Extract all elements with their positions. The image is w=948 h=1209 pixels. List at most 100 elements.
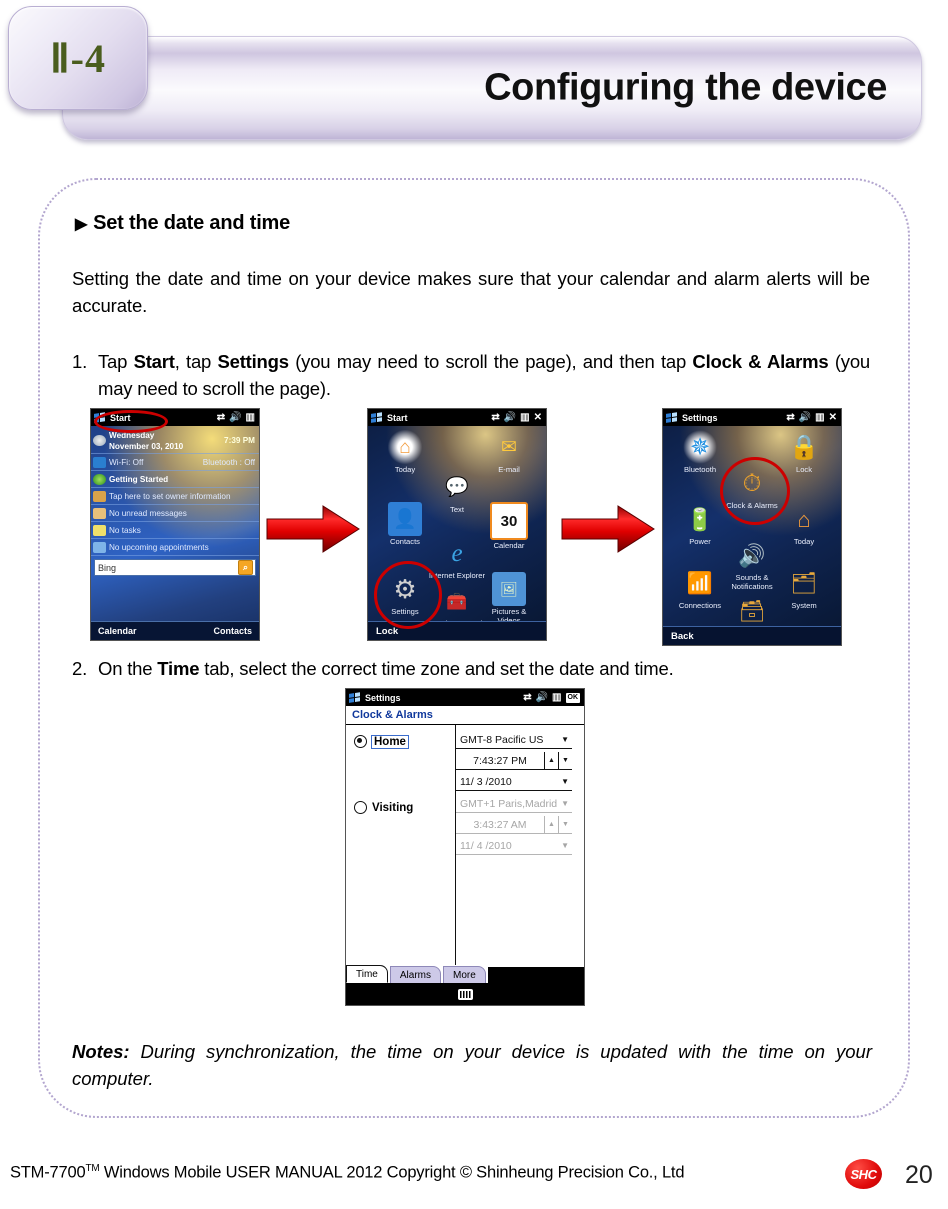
home-time-field[interactable]: 7:43:27 PM ▲ ▼	[456, 752, 572, 770]
internet-explorer-icon: e	[451, 539, 463, 567]
tab-alarms[interactable]: Alarms	[389, 966, 441, 983]
intro-paragraph: Setting the date and time on your device…	[72, 268, 870, 316]
settings-tile-bluetooth[interactable]: ✵ Bluetooth	[671, 430, 729, 474]
visiting-label: Visiting	[372, 801, 414, 814]
home-timezone-select[interactable]: GMT-8 Pacific US ▼	[456, 731, 572, 749]
today-row-date[interactable]: Wednesday November 03, 2010 7:39 PM	[91, 428, 259, 454]
start-tile-text-label: Text	[450, 505, 464, 514]
home-icon: ⌂	[388, 430, 422, 464]
settings-tile-clock-alarms[interactable]: ⏱ Clock & Alarms	[723, 466, 781, 510]
visiting-date-field[interactable]: 11/ 4 /2010 ▼	[456, 837, 572, 855]
softkey-back[interactable]: Back	[671, 631, 694, 642]
start-tile-settings[interactable]: ⚙ Settings	[376, 572, 434, 617]
step-1-number: 1.	[72, 351, 88, 372]
visiting-time-field[interactable]: 3:43:27 AM ▲ ▼	[456, 816, 572, 834]
softkey-calendar[interactable]: Calendar	[98, 626, 137, 636]
tab-bar-filler	[487, 967, 584, 983]
step-1-text: Tap Start, tap Settings (you may need to…	[98, 351, 871, 399]
tab-more[interactable]: More	[442, 966, 486, 983]
softkey-lock[interactable]: Lock	[376, 626, 398, 637]
shc-logo-label: SHC	[850, 1166, 877, 1182]
step-2: 2. On the Time tab, select the correct t…	[72, 655, 870, 682]
today-bluetooth-label: Bluetooth : Off	[202, 457, 255, 467]
connectivity-icon: ⇄	[786, 412, 795, 423]
connectivity-icon: ⇄	[491, 412, 500, 423]
search-input-value: Bing	[98, 562, 117, 573]
visiting-time-spinner[interactable]: ▲ ▼	[544, 816, 572, 833]
calendar-icon: 30	[490, 502, 528, 540]
page-footer: STM-7700TM Windows Mobile USER MANUAL 20…	[0, 1149, 948, 1209]
start-tile-calendar[interactable]: 30 Calendar	[480, 502, 538, 550]
home-radio-row[interactable]: Home	[354, 734, 409, 749]
connectivity-icon: ⇄	[216, 412, 226, 423]
chapter-badge: Ⅱ-4	[8, 6, 148, 110]
settings-status-icons: ⇄ 🔊 ▥ ✕	[786, 412, 841, 423]
today-softkey-bar: Calendar Contacts	[91, 621, 259, 640]
chapter-badge-label: Ⅱ-4	[49, 35, 106, 81]
settings-tile-bluetooth-label: Bluetooth	[683, 465, 717, 474]
spinner-up-icon[interactable]: ▲	[545, 816, 558, 833]
start-tile-email[interactable]: ✉ E-mail	[480, 430, 538, 475]
start-tile-ie[interactable]: e Internet Explorer	[428, 536, 486, 581]
envelope-icon: ✉	[501, 436, 517, 458]
spinner-down-icon[interactable]: ▼	[558, 752, 572, 769]
search-input[interactable]: Bing ⌕	[94, 559, 256, 576]
today-messages-label: No unread messages	[109, 508, 187, 518]
settings-tile-system[interactable]: 🗂 System	[775, 566, 833, 611]
settings-tile-connections[interactable]: 📶 Connections	[671, 566, 729, 611]
visiting-timezone-value: GMT+1 Paris,Madrid	[460, 797, 558, 810]
tab-time[interactable]: Time	[346, 965, 388, 983]
notes-label: Notes:	[72, 1041, 130, 1062]
today-row-messages[interactable]: No unread messages	[91, 505, 259, 522]
search-icon[interactable]: ⌕	[238, 560, 253, 575]
battery-icon: ▥	[815, 412, 825, 423]
start-tile-contacts[interactable]: 👤 Contacts	[376, 502, 434, 546]
toolbox-icon: 🧰	[446, 591, 468, 611]
step-2-number: 2.	[72, 658, 88, 679]
home-radio[interactable]	[354, 735, 367, 748]
start-tile-pictures[interactable]: 🖼 Pictures & Videos	[480, 572, 538, 625]
settings-tile-lock[interactable]: 🔒 Lock	[775, 430, 833, 474]
battery-icon: ▥	[245, 412, 255, 423]
close-icon[interactable]: ✕	[829, 412, 837, 423]
settings-icon-grid: ✵ Bluetooth 🔒 Lock ⏱ Clock & Alarms 🔋 Po…	[663, 426, 841, 638]
home-time-spinner[interactable]: ▲ ▼	[544, 752, 572, 769]
today-row-tasks[interactable]: No tasks	[91, 522, 259, 539]
chevron-down-icon: ▼	[561, 735, 569, 744]
start-tile-today-label: Today	[394, 465, 416, 474]
home-date-field[interactable]: 11/ 3 /2010 ▼	[456, 773, 572, 791]
softkey-contacts[interactable]: Contacts	[213, 626, 252, 636]
today-row-wifi[interactable]: Wi-Fi: Off Bluetooth : Off	[91, 454, 259, 471]
screenshot-start-menu: Start ⇄ 🔊 ▥ ✕ ⌂ Today ✉ E-mail 💬 Text 👤 …	[367, 408, 547, 641]
settings-tile-lock-label: Lock	[795, 465, 813, 474]
today-time: 7:39 PM	[224, 436, 255, 445]
start-tile-text[interactable]: 💬 Text	[428, 470, 486, 515]
settings-tile-system-label: System	[791, 601, 817, 610]
visiting-radio[interactable]	[354, 801, 367, 814]
clock-status-icons: ⇄ 🔊 ▥ OK	[523, 692, 584, 703]
spinner-down-icon[interactable]: ▼	[558, 816, 572, 833]
today-row-appointments[interactable]: No upcoming appointments	[91, 539, 259, 556]
ok-button[interactable]: OK	[565, 692, 580, 703]
today-row-owner[interactable]: Tap here to set owner information	[91, 488, 259, 505]
close-icon[interactable]: ✕	[534, 412, 542, 423]
today-date: November 03, 2010	[109, 441, 184, 451]
visiting-timezone-select[interactable]: GMT+1 Paris,Madrid ▼	[456, 795, 572, 813]
flow-arrow-2	[560, 503, 656, 555]
start-tile-today[interactable]: ⌂ Today	[376, 430, 434, 474]
notes-paragraph: Notes: During synchronization, the time …	[72, 1038, 872, 1092]
screenshot-today-screen: Start ⇄ 🔊 ▥ Wednesday November 03, 2010 …	[90, 408, 260, 641]
settings-softkey-bar: Back	[663, 626, 841, 645]
visiting-radio-row[interactable]: Visiting	[354, 801, 413, 814]
settings-tile-clock-alarms-label: Clock & Alarms	[726, 501, 778, 510]
settings-tile-power[interactable]: 🔋 Power	[671, 502, 729, 546]
today-row-getting-started[interactable]: Getting Started	[91, 471, 259, 488]
today-titlebar: Start ⇄ 🔊 ▥	[91, 409, 259, 426]
keyboard-icon[interactable]	[457, 988, 473, 1000]
today-owner-label: Tap here to set owner information	[109, 491, 231, 501]
spinner-up-icon[interactable]: ▲	[545, 752, 558, 769]
trademark-symbol: TM	[85, 1163, 100, 1174]
shc-logo: SHC	[845, 1159, 882, 1189]
settings-tile-today[interactable]: ⌂ Today	[775, 502, 833, 546]
settings-tile-sounds[interactable]: 🔊 Sounds & Notifications	[723, 538, 781, 591]
